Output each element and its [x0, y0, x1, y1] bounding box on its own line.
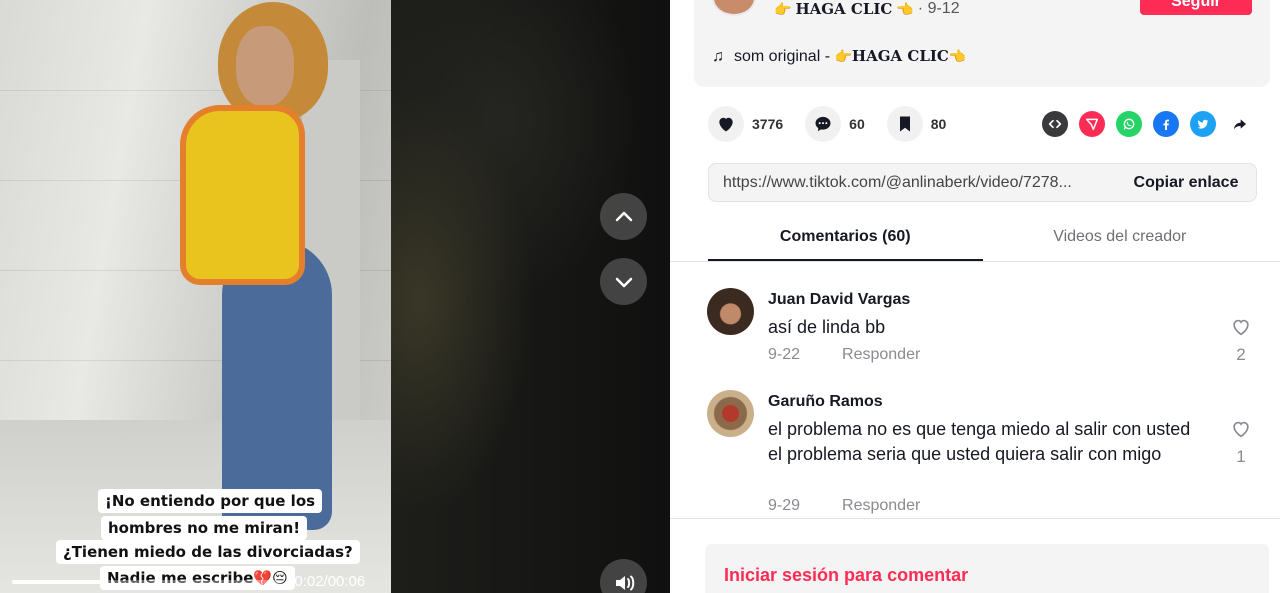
video-player[interactable]: ¡No entiendo por que los hombres no me m… [0, 0, 670, 593]
share-icons [1042, 111, 1253, 137]
chevron-down-icon [615, 277, 632, 287]
person-vest [180, 105, 305, 285]
comment-meta: 9-22 Responder [768, 346, 920, 364]
comment-avatar[interactable] [707, 288, 754, 335]
comment-username[interactable]: Juan David Vargas [768, 291, 910, 309]
facebook-icon[interactable] [1153, 111, 1179, 137]
video-url[interactable]: https://www.tiktok.com/@anlinaberk/video… [709, 174, 1116, 192]
author-line: 👉 HAGA CLIC 👈 · 9-12 [774, 0, 960, 18]
divider [670, 261, 1280, 262]
tabs: Comentarios (60) Videos del creador [708, 217, 1257, 261]
comment-text: así de linda bb [768, 317, 886, 337]
send-icon[interactable] [1079, 111, 1105, 137]
pointing-hand-left-icon: 👈 [896, 0, 914, 17]
bookmark-icon [899, 116, 910, 132]
comment-item: Garuño Ramos el problema no es que tenga… [707, 390, 1257, 515]
reply-button[interactable]: Responder [842, 497, 920, 515]
video-progress-bar[interactable] [12, 580, 282, 584]
heart-icon [719, 117, 733, 132]
comment-like-count: 1 [1236, 447, 1246, 466]
comment-like[interactable]: 2 [1229, 316, 1253, 365]
comment-date: 9-22 [768, 346, 801, 363]
tiktok-video-page: ¡No entiendo por que los hombres no me m… [0, 0, 1280, 593]
next-video-button[interactable] [600, 258, 647, 305]
comment-date: 9-29 [768, 497, 801, 514]
person-face [236, 26, 294, 106]
video-frame[interactable]: ¡No entiendo por que los hombres no me m… [0, 0, 391, 593]
reply-button[interactable]: Responder [842, 346, 920, 364]
heart-outline-icon [1233, 319, 1249, 336]
divider [670, 518, 1280, 519]
like-button[interactable] [708, 106, 744, 142]
comment-button[interactable] [805, 106, 842, 142]
comment-username[interactable]: Garuño Ramos [768, 393, 883, 411]
author-name[interactable]: HAGA CLIC [795, 0, 892, 18]
pointing-hand-right-icon: 👉 [834, 48, 852, 64]
whatsapp-icon[interactable] [1116, 111, 1142, 137]
follow-button[interactable]: Seguir [1140, 0, 1252, 15]
save-button[interactable] [886, 106, 923, 142]
comment-text: el problema no es que tenga miedo al sal… [768, 419, 1191, 464]
details-panel: 👉 HAGA CLIC 👈 · 9-12 Seguir ♫ som origin… [670, 0, 1280, 593]
volume-icon [615, 575, 634, 590]
like-action[interactable]: 3776 [708, 106, 783, 142]
comment-count: 60 [849, 116, 865, 132]
post-date: · 9-12 [917, 0, 960, 17]
comment-avatar[interactable] [707, 390, 754, 437]
video-caption-line: Nadie me escribe💔😔 [100, 566, 295, 590]
like-count: 3776 [752, 116, 784, 132]
video-caption-line: hombres no me miran! [101, 516, 308, 540]
embed-icon[interactable] [1042, 111, 1068, 137]
login-to-comment-link[interactable]: Iniciar sesión para comentar [724, 565, 968, 586]
twitter-icon[interactable] [1190, 111, 1216, 137]
video-time: 00:02/00:06 [286, 573, 366, 590]
comment-like[interactable]: 1 [1229, 418, 1253, 467]
music-text: som original - 👉HAGA CLIC👈 [734, 47, 966, 66]
login-to-comment-bar[interactable]: Iniciar sesión para comentar [705, 544, 1269, 593]
comment-action[interactable]: 60 [805, 106, 865, 142]
comment-item: Juan David Vargas así de linda bb 9-22 R… [707, 288, 1257, 368]
music-author: HAGA CLIC [851, 47, 949, 65]
tab-comments[interactable]: Comentarios (60) [708, 217, 983, 261]
video-caption-line: ¡No entiendo por que los [98, 489, 323, 513]
music-line[interactable]: ♫ som original - 👉HAGA CLIC👈 [712, 47, 966, 66]
music-label: som original - [734, 48, 831, 65]
previous-video-button[interactable] [600, 193, 647, 240]
tab-creator-videos[interactable]: Videos del creador [983, 217, 1258, 261]
heart-outline-icon [1233, 421, 1249, 438]
comment-bubble-icon [815, 116, 831, 132]
save-count: 80 [930, 116, 947, 132]
save-action[interactable]: 80 [886, 106, 947, 142]
action-bar: 3776 60 80 [708, 106, 968, 142]
music-note-icon: ♫ [712, 47, 724, 65]
video-progress-fill [12, 580, 102, 584]
share-arrow-icon[interactable] [1227, 111, 1253, 137]
video-link-box: https://www.tiktok.com/@anlinaberk/video… [708, 163, 1257, 202]
pointing-hand-right-icon: 👉 [774, 0, 792, 17]
pointing-hand-left-icon: 👈 [948, 48, 967, 64]
comment-like-count: 2 [1236, 345, 1246, 364]
video-caption-line: ¿Tienen miedo de las divorciadas? [56, 540, 360, 564]
copy-link-button[interactable]: Copiar enlace [1116, 174, 1256, 192]
chevron-up-icon [615, 211, 632, 221]
comment-meta: 9-29 Responder [768, 497, 920, 515]
